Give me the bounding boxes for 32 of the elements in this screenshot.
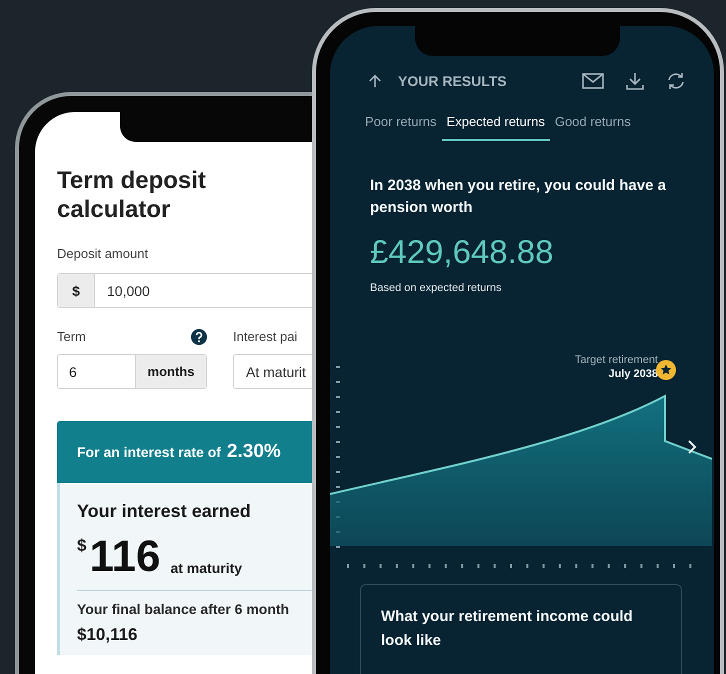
field-label: Interest pai bbox=[233, 328, 298, 346]
unit-label: months bbox=[136, 355, 206, 388]
tab[interactable]: Good returns bbox=[550, 108, 636, 141]
currency-prefix: $ bbox=[58, 274, 95, 307]
note-text: Based on expected returns bbox=[370, 282, 502, 294]
tab[interactable]: Expected returns bbox=[442, 108, 550, 141]
field-label: Term bbox=[57, 329, 86, 345]
help-icon[interactable] bbox=[191, 329, 207, 345]
marker-label: Target retirement bbox=[574, 354, 658, 366]
amount-note: at maturity bbox=[170, 560, 242, 576]
rate-label: For an interest rate of bbox=[77, 444, 221, 460]
mail-icon[interactable] bbox=[582, 73, 604, 89]
balance-value: $10,116 bbox=[77, 625, 139, 645]
refresh-icon[interactable] bbox=[666, 72, 686, 90]
balance-label: Your final balance after 6 month bbox=[77, 601, 290, 617]
download-icon[interactable] bbox=[626, 72, 644, 90]
summary-text: In 2038 when you retire, you could have a pension worth bbox=[370, 176, 666, 218]
card-title: What your retirement income could look like bbox=[381, 607, 634, 651]
marker-date: July 2038 bbox=[607, 368, 658, 380]
field-label: Deposit amount bbox=[57, 246, 150, 262]
page-title: Term deposit calculator bbox=[57, 166, 207, 224]
arrow-up-icon[interactable] bbox=[368, 73, 382, 89]
pension-amount: £429,648.88 bbox=[370, 232, 555, 272]
tab[interactable]: Poor returns bbox=[360, 108, 442, 141]
deposit-field[interactable]: $ 10,000 bbox=[57, 273, 312, 308]
currency-symbol: $ bbox=[77, 536, 86, 556]
chevron-right-icon[interactable] bbox=[687, 440, 697, 454]
result-heading: Your interest earned bbox=[77, 501, 252, 522]
section-title: YOUR RESULTS bbox=[398, 73, 507, 89]
field-value: 10,000 bbox=[106, 282, 150, 300]
interest-amount: 116 bbox=[89, 532, 160, 582]
rate-value: 2.30% bbox=[226, 441, 281, 463]
